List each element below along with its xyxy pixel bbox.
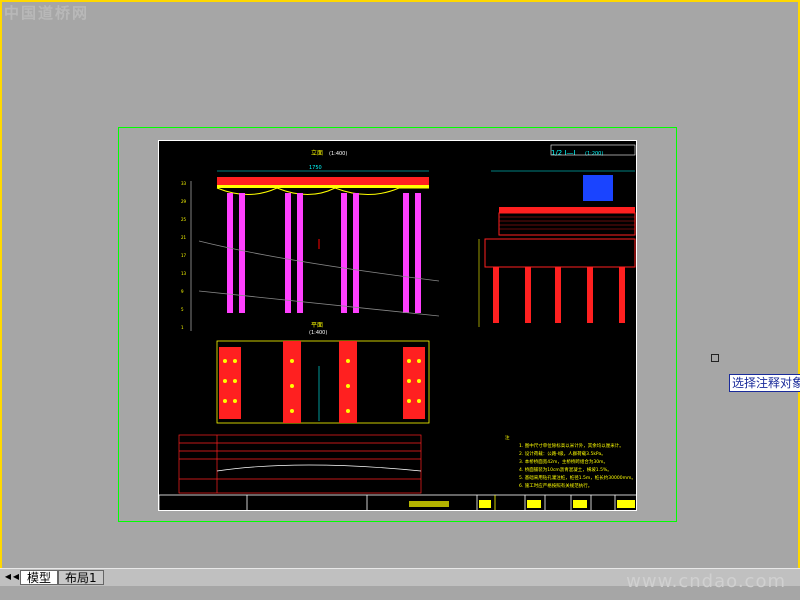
tab-first-icon[interactable]: ◀ bbox=[4, 571, 12, 583]
section-scale: (1:200) bbox=[585, 151, 603, 157]
svg-text:5. 基础采用钻孔灌注桩，桩径1.5m，桩长约30000mm: 5. 基础采用钻孔灌注桩，桩径1.5m，桩长约30000mm。 bbox=[519, 474, 636, 481]
svg-text:5: 5 bbox=[181, 307, 184, 312]
bridge-drawing: 立面 (1:400) 1750 33 29 25 21 17 13 951 平面 (1:… bbox=[159, 144, 636, 510]
elevation-scale: (1:400) bbox=[329, 151, 347, 157]
elevation-dim: 1750 bbox=[309, 165, 322, 171]
svg-text:29: 29 bbox=[181, 199, 187, 204]
svg-text:2. 设计荷载：公路-I级，人群荷载3.5kPa。: 2. 设计荷载：公路-I级，人群荷载3.5kPa。 bbox=[519, 450, 606, 457]
svg-text:21: 21 bbox=[181, 235, 187, 240]
svg-text:1. 图中尺寸单位除标高以米计外，其余均以厘米计。: 1. 图中尺寸单位除标高以米计外，其余均以厘米计。 bbox=[519, 442, 624, 449]
plan-view: 平面 (1:400) bbox=[216, 322, 430, 424]
title-block bbox=[159, 494, 636, 510]
watermark-top: 中国道桥网 bbox=[4, 4, 90, 22]
svg-text:6. 施工时应严格按照有关规范执行。: 6. 施工时应严格按照有关规范执行。 bbox=[519, 482, 592, 489]
section-title: 1/2 I—I bbox=[551, 149, 576, 157]
svg-text:3. 本桥桥面宽42m，主桥桥跨组合为30m。: 3. 本桥桥面宽42m，主桥桥跨组合为30m。 bbox=[519, 458, 608, 465]
svg-text:33: 33 bbox=[181, 181, 187, 186]
svg-text:9: 9 bbox=[181, 289, 184, 294]
drawing-sheet[interactable]: 立面 (1:400) 1750 33 29 25 21 17 13 9 5 1 … bbox=[158, 140, 637, 511]
svg-text:13: 13 bbox=[181, 271, 187, 276]
notes-block: 注 1. 图中尺寸单位除标高以米计外，其余均以厘米计。 2. 设计荷载：公路-I… bbox=[505, 434, 636, 489]
svg-text:25: 25 bbox=[181, 217, 187, 222]
tab-model[interactable]: 模型 bbox=[20, 570, 59, 585]
watermark-bottom: www.cndao.com bbox=[626, 571, 786, 592]
plan-scale: (1:400) bbox=[309, 330, 327, 336]
note-heading: 注 bbox=[505, 434, 510, 441]
command-tooltip: 选择注释对象 bbox=[729, 374, 800, 392]
plan-title: 平面 bbox=[311, 322, 323, 329]
profile-table bbox=[178, 434, 422, 494]
tab-layout1[interactable]: 布局1 bbox=[58, 570, 104, 585]
svg-text:17: 17 bbox=[181, 253, 187, 258]
svg-text:1: 1 bbox=[181, 325, 184, 330]
cross-section-view: 1/2 I—I (1:200) bbox=[478, 144, 636, 327]
svg-text:4. 桥面铺装为10cm沥青混凝土，横坡1.5%。: 4. 桥面铺装为10cm沥青混凝土，横坡1.5%。 bbox=[519, 466, 612, 473]
tab-prev-icon[interactable]: ◀ bbox=[12, 571, 20, 583]
pick-cursor-box bbox=[711, 354, 719, 362]
elevation-view: 立面 (1:400) 1750 33 29 25 21 17 13 951 bbox=[181, 149, 440, 331]
title-block-text bbox=[409, 500, 635, 508]
elevation-title: 立面 bbox=[311, 149, 323, 157]
